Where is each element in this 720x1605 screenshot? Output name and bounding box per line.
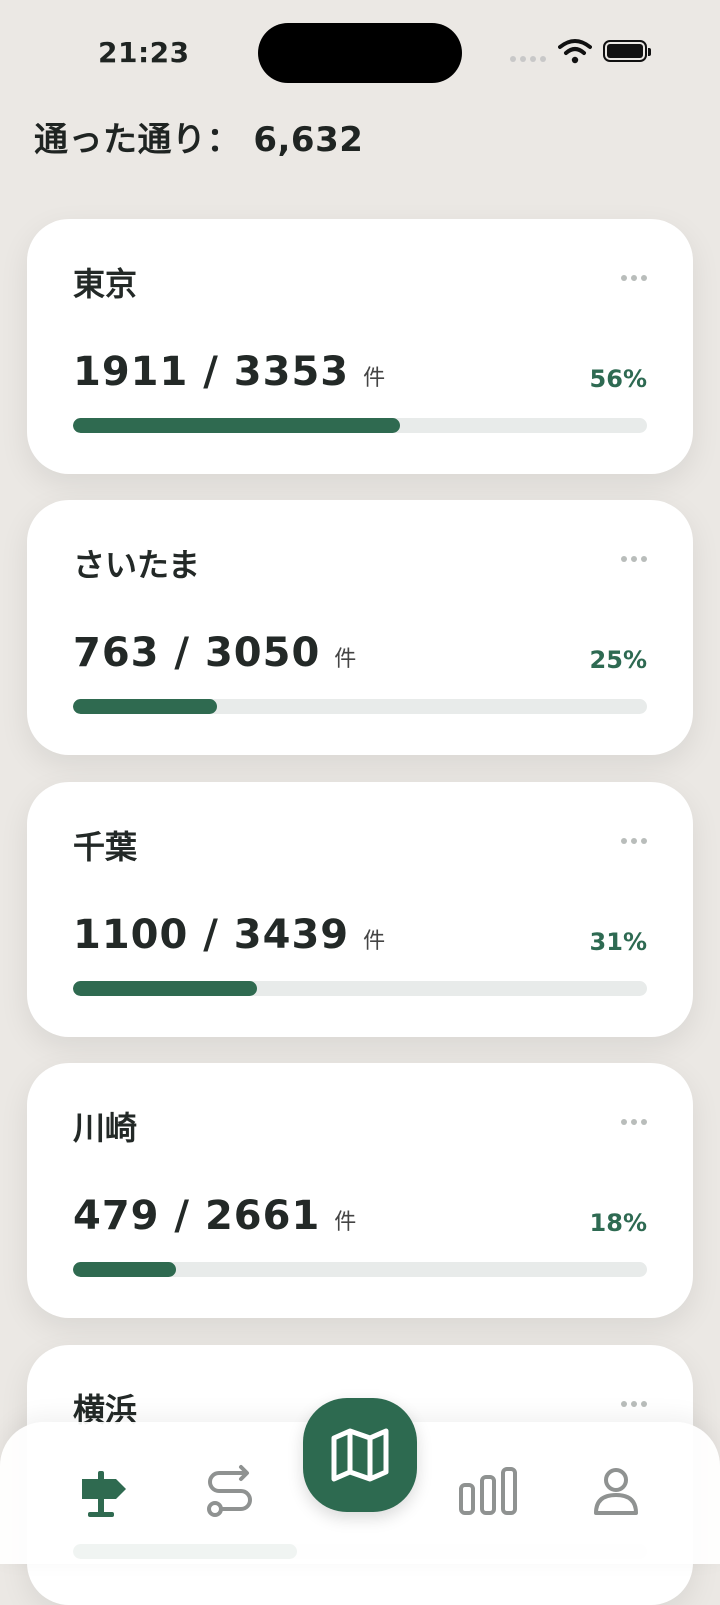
count-unit: 件 [334,647,357,672]
progress-fill [73,699,217,714]
more-options-icon[interactable] [621,1119,647,1125]
progress-bar [73,1262,647,1277]
street-count: 1911 / 3353 [73,349,350,395]
city-card-saitama[interactable]: さいたま 763 / 3050 件 25% [27,500,693,755]
signpost-icon [82,1471,126,1517]
city-name: 東京 [73,265,138,303]
street-count: 479 / 2661 [73,1193,321,1239]
progress-fill [73,981,257,996]
progress-bar [73,981,647,996]
city-name: 川崎 [73,1109,138,1147]
dynamic-island [258,23,462,83]
more-options-icon[interactable] [621,1401,647,1407]
progress-percent: 56% [589,365,647,393]
tab-profile[interactable] [586,1462,646,1522]
battery-icon [603,40,651,62]
progress-bar [73,418,647,433]
page-title: 通った通り： 6,632 [34,120,364,160]
count-unit: 件 [334,1210,357,1235]
tab-streets[interactable] [71,1462,131,1522]
progress-fill [73,418,401,433]
count-unit: 件 [363,929,386,954]
tab-routes[interactable] [200,1462,260,1522]
more-options-icon[interactable] [621,838,647,844]
status-time: 21:23 [98,36,190,69]
count-unit: 件 [363,366,386,391]
more-options-icon[interactable] [621,556,647,562]
more-options-icon[interactable] [621,275,647,281]
map-icon [331,1428,389,1482]
progress-bar [73,699,647,714]
progress-percent: 18% [589,1209,647,1237]
progress-percent: 31% [589,928,647,956]
route-icon [207,1465,252,1517]
progress-fill [73,1262,177,1277]
city-name: さいたま [73,546,201,584]
tab-stats[interactable] [458,1462,518,1522]
city-card-tokyo[interactable]: 東京 1911 / 3353 件 56% [27,219,693,474]
map-button[interactable] [303,1398,417,1512]
bar-chart-icon [459,1467,517,1515]
city-name: 千葉 [73,828,138,866]
city-card-kawasaki[interactable]: 川崎 479 / 2661 件 18% [27,1063,693,1318]
wifi-icon [558,39,592,64]
street-count: 1100 / 3439 [73,912,350,958]
person-icon [594,1468,638,1515]
city-card-chiba[interactable]: 千葉 1100 / 3439 件 31% [27,782,693,1037]
cellular-signal-icon [510,56,546,62]
street-count: 763 / 3050 [73,630,321,676]
progress-percent: 25% [589,646,647,674]
